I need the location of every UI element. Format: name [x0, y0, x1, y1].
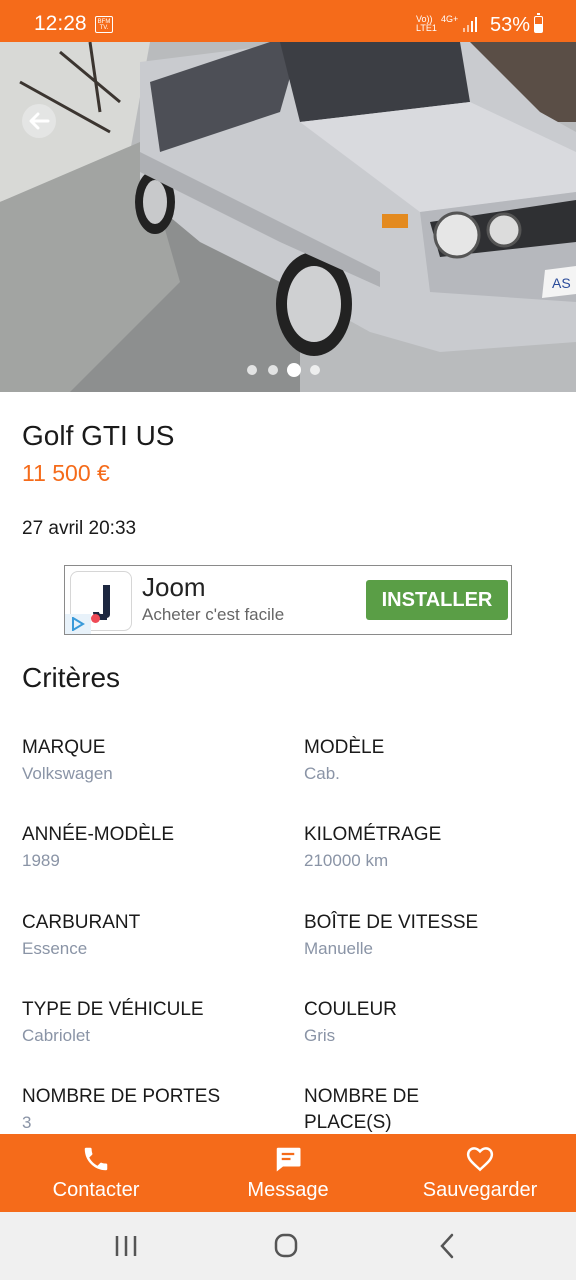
- notification-icon: BFM TV.: [95, 16, 113, 33]
- signal-icon: [463, 16, 479, 32]
- criteria-item-year: ANNÉE-MODÈLE 1989: [22, 822, 282, 874]
- ad-install-button[interactable]: INSTALLER: [366, 580, 508, 620]
- gallery-dot[interactable]: [310, 365, 320, 375]
- contact-button[interactable]: Contacter: [20, 1134, 172, 1212]
- criteria-value: 210000 km: [304, 851, 389, 870]
- home-icon[interactable]: [271, 1232, 301, 1260]
- gallery-dot[interactable]: [247, 365, 257, 375]
- criteria-label: MODÈLE: [304, 737, 385, 758]
- svg-text:AS: AS: [552, 275, 571, 291]
- criteria-label: COULEUR: [304, 999, 397, 1020]
- criteria-value: Essence: [22, 939, 88, 958]
- criteria-label: KILOMÉTRAGE: [304, 824, 442, 845]
- ad-title: Joom: [142, 572, 206, 602]
- criteria-item-seats: NOMBRE DE PLACE(S): [304, 1084, 504, 1136]
- message-label: Message: [247, 1179, 329, 1201]
- battery-icon: [534, 13, 543, 33]
- criteria-value: 1989: [22, 851, 60, 870]
- status-bar: 12:28 BFM TV. Vo)) LTE1 4G+ 53%: [0, 0, 576, 42]
- criteria-item-vehicle-type: TYPE DE VÉHICULE Cabriolet: [22, 997, 282, 1049]
- criteria-heading: Critères: [22, 662, 121, 693]
- criteria-item-doors: NOMBRE DE PORTES 3: [22, 1084, 282, 1136]
- criteria-value: Cab.: [304, 764, 340, 783]
- criteria-label: BOÎTE DE VITESSE: [304, 912, 479, 933]
- criteria-item-brand: MARQUE Volkswagen: [22, 735, 282, 787]
- criteria-label: TYPE DE VÉHICULE: [22, 999, 204, 1020]
- criteria-label: NOMBRE DE PORTES: [22, 1086, 221, 1107]
- volte-indicator: Vo)) LTE1: [416, 15, 437, 33]
- network-type: 4G+: [441, 14, 459, 24]
- criteria-item-model: MODÈLE Cab.: [304, 735, 564, 787]
- criteria-value: Cabriolet: [22, 1026, 91, 1045]
- criteria-label: CARBURANT: [22, 912, 141, 933]
- car-photo-illustration: AS: [0, 42, 576, 392]
- battery-percent: 53%: [490, 14, 531, 36]
- contact-label: Contacter: [52, 1179, 140, 1201]
- ad-banner[interactable]: Joom Acheter c'est facile INSTALLER: [64, 565, 512, 635]
- save-button[interactable]: Sauvegarder: [404, 1134, 556, 1212]
- criteria-item-color: COULEUR Gris: [304, 997, 564, 1049]
- criteria-item-gearbox: BOÎTE DE VITESSE Manuelle: [304, 910, 564, 962]
- back-button[interactable]: [22, 104, 56, 138]
- criteria-item-fuel: CARBURANT Essence: [22, 910, 282, 962]
- criteria-label: MARQUE: [22, 737, 106, 758]
- back-nav-icon[interactable]: [432, 1232, 462, 1260]
- status-time: 12:28: [34, 12, 87, 35]
- heart-icon: [466, 1147, 494, 1172]
- criteria-label: ANNÉE-MODÈLE: [22, 824, 175, 845]
- gallery-dot[interactable]: [268, 365, 278, 375]
- action-bar: Contacter Message Sauvegarder: [0, 1134, 576, 1212]
- phone-icon: [84, 1147, 108, 1171]
- listing-photo[interactable]: AS: [0, 42, 576, 392]
- message-button[interactable]: Message: [212, 1134, 364, 1212]
- criteria-value: Volkswagen: [22, 764, 113, 783]
- chat-bubble-icon: [276, 1147, 301, 1172]
- criteria-label: NOMBRE DE PLACE(S): [304, 1086, 420, 1133]
- gallery-dot-active[interactable]: [287, 363, 301, 377]
- lte-label: LTE1: [416, 23, 437, 33]
- criteria-value: Gris: [304, 1026, 336, 1045]
- save-label: Sauvegarder: [422, 1179, 538, 1201]
- system-nav-bar: [0, 1212, 576, 1280]
- criteria-value: Manuelle: [304, 939, 373, 958]
- listing-date: 27 avril 20:33: [22, 518, 137, 539]
- ad-subtitle: Acheter c'est facile: [142, 605, 285, 624]
- criteria-item-mileage: KILOMÉTRAGE 210000 km: [304, 822, 564, 874]
- recent-apps-icon[interactable]: [111, 1232, 141, 1260]
- listing-title: Golf GTI US: [22, 420, 175, 451]
- criteria-value: 3: [22, 1113, 32, 1132]
- ad-choices-icon[interactable]: [65, 614, 91, 634]
- listing-price: 11 500 €: [22, 460, 110, 486]
- arrow-left-icon: [29, 112, 50, 130]
